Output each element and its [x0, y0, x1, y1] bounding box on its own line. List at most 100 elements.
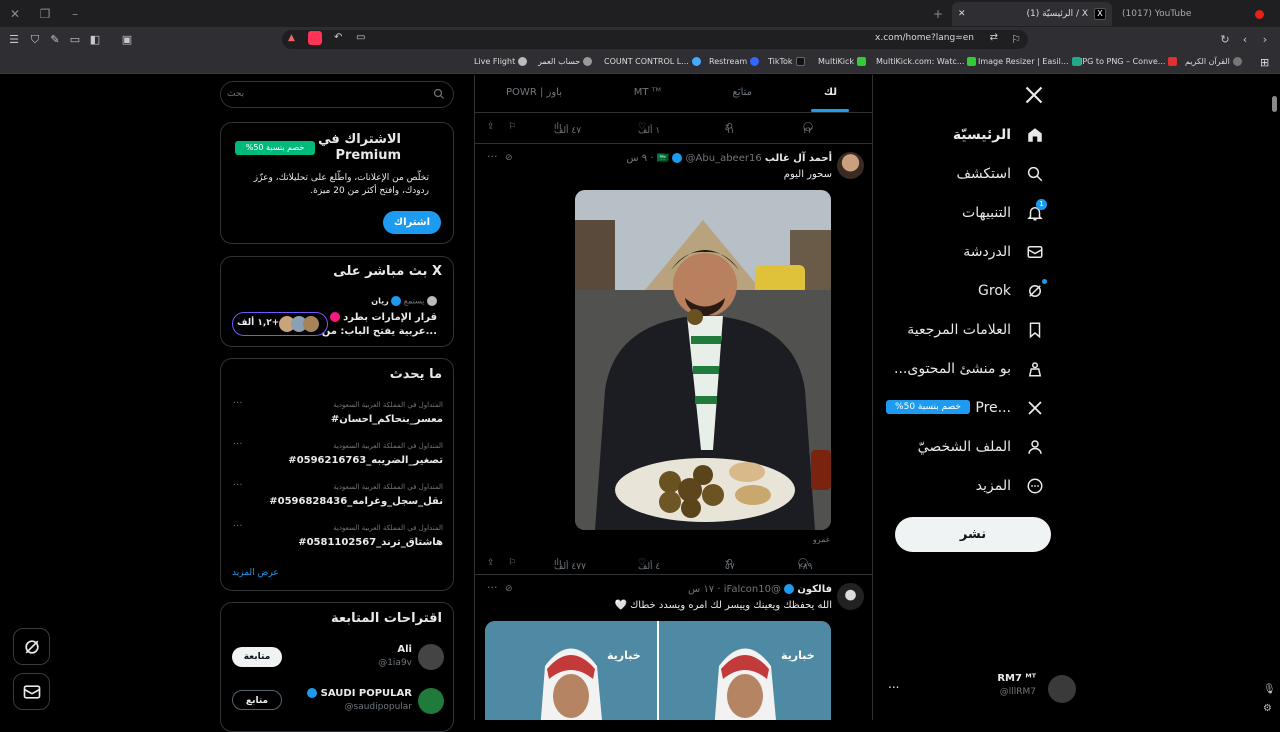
tweet-time[interactable]: · ٩ س [626, 153, 653, 164]
nav-creator-studio[interactable]: ...بو منشئ المحتوى [894, 354, 1045, 384]
subscribe-button[interactable]: اشتراك [383, 211, 441, 234]
tweet-image[interactable] [575, 190, 831, 530]
nav-profile[interactable]: الملف الشخصيّ [918, 432, 1045, 462]
share-icon[interactable]: ⇪ [487, 558, 495, 568]
bookmark-icon[interactable]: ⚐ [508, 122, 516, 132]
nav-premium[interactable]: Pre... [975, 393, 1045, 423]
brave-rewards-icon[interactable]: ▲ [288, 33, 295, 43]
tweet[interactable]: أحمد آل غالب 🇸🇦 @Abu_abeer16 · ٩ س ⊘ ···… [475, 144, 872, 574]
nav-notifications[interactable]: التنبيهات 1 [962, 198, 1047, 228]
trend-item[interactable]: المتداول في المملكة العربية السعودية #ها… [221, 520, 455, 556]
trend-more-icon[interactable]: ··· [233, 439, 243, 450]
trend-item[interactable]: المتداول في المملكة العربية السعودية #تص… [221, 438, 455, 474]
nav-explore[interactable]: استكشف [956, 159, 1045, 189]
screenshot-icon[interactable]: ▣ [119, 32, 135, 48]
forward-icon[interactable]: › [1257, 32, 1273, 48]
grok-explain-icon[interactable]: ⊘ [505, 153, 513, 163]
tab-list-powr[interactable]: POWR | باور [506, 87, 562, 98]
author-name[interactable]: أحمد آل غالب [765, 153, 832, 164]
messages-floating-button[interactable] [13, 673, 50, 710]
window-restore-icon[interactable]: ❐ [36, 5, 54, 23]
trend-more-icon[interactable]: ··· [233, 480, 243, 491]
repost-count[interactable]: ٥٧ ⟲ [725, 558, 735, 572]
x-logo-icon[interactable] [1024, 85, 1044, 105]
nav-bookmarks[interactable]: العلامات المرجعية [907, 315, 1045, 345]
follow-suggestion[interactable]: SAUDI POPULAR @saudipopular متابع [221, 685, 455, 719]
bookmark-tiktok[interactable]: TikTok [768, 57, 805, 66]
trend-more-icon[interactable]: ··· [233, 521, 243, 532]
window-minimize-icon[interactable]: – [66, 5, 84, 23]
nav-messages[interactable]: الدردشة [963, 237, 1045, 267]
account-more-icon[interactable]: ... [888, 677, 899, 691]
trend-item[interactable]: المتداول في المملكة العربية السعودية #نق… [221, 479, 455, 515]
bookmark-restream[interactable]: Restream [709, 57, 760, 66]
bookmark-icon[interactable]: ⚐ [508, 558, 516, 568]
scrollbar-thumb[interactable] [1272, 96, 1277, 112]
settings-icon[interactable]: ⚙ [1263, 703, 1272, 714]
share-icon[interactable]: ⇪ [487, 122, 495, 132]
bookmark-multikick[interactable]: MultiKick [818, 57, 867, 66]
bookmark-quran[interactable]: القرآن الكريم [1185, 57, 1242, 66]
tweet-more-icon[interactable]: ··· [487, 150, 498, 163]
trend-item[interactable]: المتداول في المملكة العربية السعودية #مع… [221, 397, 455, 433]
reader-icon[interactable]: ↶ [334, 32, 342, 43]
nav-grok[interactable]: Grok [978, 276, 1047, 306]
nav-more[interactable]: المزيد [976, 471, 1045, 501]
tab-youtube[interactable]: (1017) YouTube [1118, 2, 1268, 26]
bookmark-page-icon[interactable]: ⚐ [1008, 32, 1024, 48]
site-settings-icon[interactable]: ⇄ [990, 32, 998, 43]
space-headline[interactable]: قرار الإمارات بطرد [329, 312, 437, 323]
address-bar[interactable]: ▲ ↶ ▭ x.com/home?lang=en ⇄ [282, 30, 1028, 49]
tab-for-you[interactable]: لك [824, 87, 837, 98]
tabs-icon[interactable]: ▭ [67, 32, 83, 48]
author-handle[interactable]: @Abu_abeer16 [686, 153, 762, 164]
tab-x-home[interactable]: ✕ (1) الرئيسيّة / X X [952, 2, 1112, 26]
follow-button[interactable]: متابعة [232, 647, 282, 667]
trend-more-icon[interactable]: ··· [233, 398, 243, 409]
author-name[interactable]: فالكون [797, 584, 832, 595]
views-count[interactable]: ٤٧٧ ألف ılı [554, 558, 586, 572]
extensions-icon[interactable]: ✎ [47, 32, 63, 48]
tab-following[interactable]: متابَع [732, 87, 752, 98]
bookmark-count-control[interactable]: COUNT CONTROL L... [604, 57, 701, 66]
tweet-more-icon[interactable]: ··· [487, 581, 498, 594]
search-box[interactable]: بحث [220, 81, 454, 108]
tab-list-mt[interactable]: MT ᵀᴹ [634, 87, 661, 98]
author-handle[interactable]: @iFalcon10 [724, 584, 781, 595]
tweet[interactable]: فالكون @iFalcon10 · ١٧ س ⊘ ··· الله يحفظ… [475, 575, 872, 720]
bookmark-image-resizer[interactable]: Image Resizer | Easil... [978, 57, 1081, 66]
follow-suggestion[interactable]: Ali @1ia9v متابعة [221, 641, 455, 675]
post-button[interactable]: نشر [895, 517, 1051, 552]
bookmarks-overflow-icon[interactable]: ⊞ [1260, 56, 1269, 69]
grok-explain-icon[interactable]: ⊘ [505, 584, 513, 594]
mic-icon[interactable]: 🎙 [1263, 684, 1276, 695]
bookmark-age-calc[interactable]: حساب العمر [538, 57, 593, 66]
menu-icon[interactable]: ☰ [6, 32, 22, 48]
back-icon[interactable]: ‹ [1237, 32, 1253, 48]
tweet-image[interactable]: خبارية خبارية [485, 621, 831, 720]
repost-count[interactable]: ٩١ ⟲ [725, 122, 735, 136]
brave-shield-icon[interactable] [308, 31, 322, 45]
reply-count[interactable]: ٢٨٩ ◯ [798, 558, 813, 572]
shield-icon[interactable]: ⛉ [27, 32, 43, 48]
reply-count[interactable]: ٢٢ ◯ [803, 122, 813, 136]
nav-home[interactable]: الرئيسيّة [953, 120, 1045, 150]
like-count[interactable]: ٤ ألف ♡ [638, 558, 660, 572]
tweet-time[interactable]: · ١٧ س [688, 584, 721, 595]
like-count[interactable]: ١ ألف ♡ [638, 122, 660, 136]
grok-floating-button[interactable] [13, 628, 50, 665]
sidebar-toggle-icon[interactable]: ◧ [87, 32, 103, 48]
bookmark-multikick-watch[interactable]: MultiKick.com: Watc... [876, 57, 977, 66]
new-tab-icon[interactable]: + [929, 5, 947, 23]
bookmark-jpg-to-png[interactable]: JPG to PNG – Conve... [1080, 57, 1178, 66]
window-close-icon[interactable]: ✕ [6, 5, 24, 23]
views-count[interactable]: ٤٧ ألف ılı [554, 122, 581, 136]
cast-icon[interactable]: ▭ [356, 32, 365, 43]
tweet-avatar[interactable] [837, 583, 864, 610]
following-button[interactable]: متابع [232, 690, 282, 710]
reload-icon[interactable]: ↻ [1217, 32, 1233, 48]
tweet-avatar[interactable] [837, 152, 864, 179]
space-listeners[interactable]: ١,٢ ألف+ [232, 312, 328, 336]
tab-close-icon[interactable]: ✕ [958, 2, 966, 26]
premium-discount-badge[interactable]: %خصم بنسبة 50 [886, 400, 970, 414]
